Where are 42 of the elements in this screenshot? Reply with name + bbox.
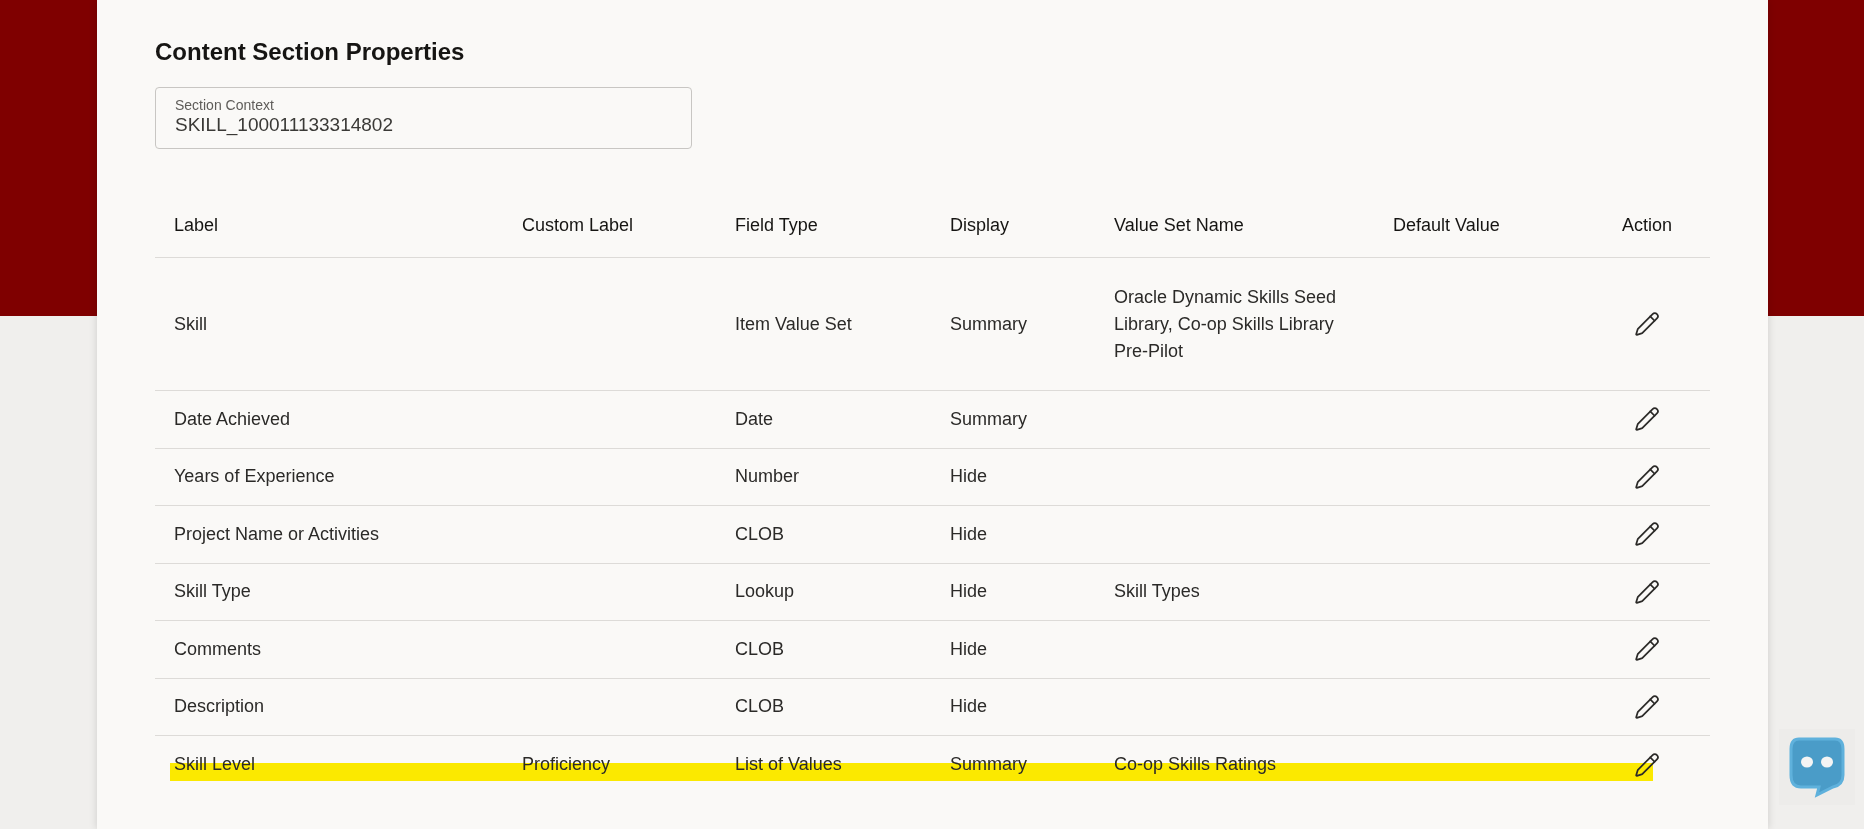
field-label: Section Context: [175, 97, 274, 113]
edit-icon[interactable]: [1634, 521, 1660, 548]
display-cell: Hide: [950, 581, 988, 602]
label-cell: Years of Experience: [174, 466, 335, 487]
display-cell: Hide: [950, 638, 988, 659]
field-type-cell: CLOB: [735, 696, 785, 717]
display-cell: Summary: [950, 408, 1027, 429]
label-cell: Comments: [174, 638, 262, 659]
field-value: SKILL_100011133314802: [175, 113, 393, 137]
edit-icon[interactable]: [1634, 463, 1660, 490]
field-type-cell: Lookup: [735, 581, 795, 602]
edit-icon[interactable]: [1634, 751, 1660, 778]
column-header: Custom Label: [522, 215, 634, 235]
field-type-cell: CLOB: [735, 638, 785, 659]
edit-icon[interactable]: [1634, 578, 1660, 605]
label-cell: Description: [174, 696, 265, 717]
column-header: Field Type: [735, 215, 818, 235]
edit-icon[interactable]: [1634, 311, 1660, 337]
column-header: Default Value: [1393, 215, 1500, 235]
edit-icon[interactable]: [1634, 406, 1660, 433]
label-cell: Skill: [174, 313, 207, 334]
value-set-cell-text: Skill Types: [1114, 580, 1201, 604]
label-cell: Project Name or Activities: [174, 523, 380, 544]
display-cell: Hide: [950, 523, 988, 544]
section-context-field[interactable]: Section Context SKILL_100011133314802: [155, 87, 692, 149]
column-header: Action: [1622, 215, 1672, 235]
column-header: Display: [950, 215, 1010, 235]
edit-icon[interactable]: [1634, 693, 1660, 720]
display-cell: Summary: [950, 313, 1027, 334]
edit-icon[interactable]: [1634, 636, 1660, 663]
column-header: Label: [174, 215, 219, 235]
field-type-cell: Number: [735, 466, 800, 487]
display-cell: Hide: [950, 466, 988, 487]
section-title: Content Section Properties: [155, 37, 466, 67]
column-header: Value Set Name: [1114, 215, 1244, 235]
field-type-cell: CLOB: [735, 523, 785, 544]
field-type-cell: Date: [735, 408, 774, 429]
value-set-cell-text: Oracle Dynamic Skills Seed Library, Co-op Skills Library Pre-Pilot: [1114, 285, 1338, 363]
display-cell: Hide: [950, 696, 988, 717]
label-cell: Date Achieved: [174, 408, 291, 429]
label-cell: Skill Type: [174, 581, 251, 602]
field-type-cell: Item Value Set: [735, 313, 852, 334]
